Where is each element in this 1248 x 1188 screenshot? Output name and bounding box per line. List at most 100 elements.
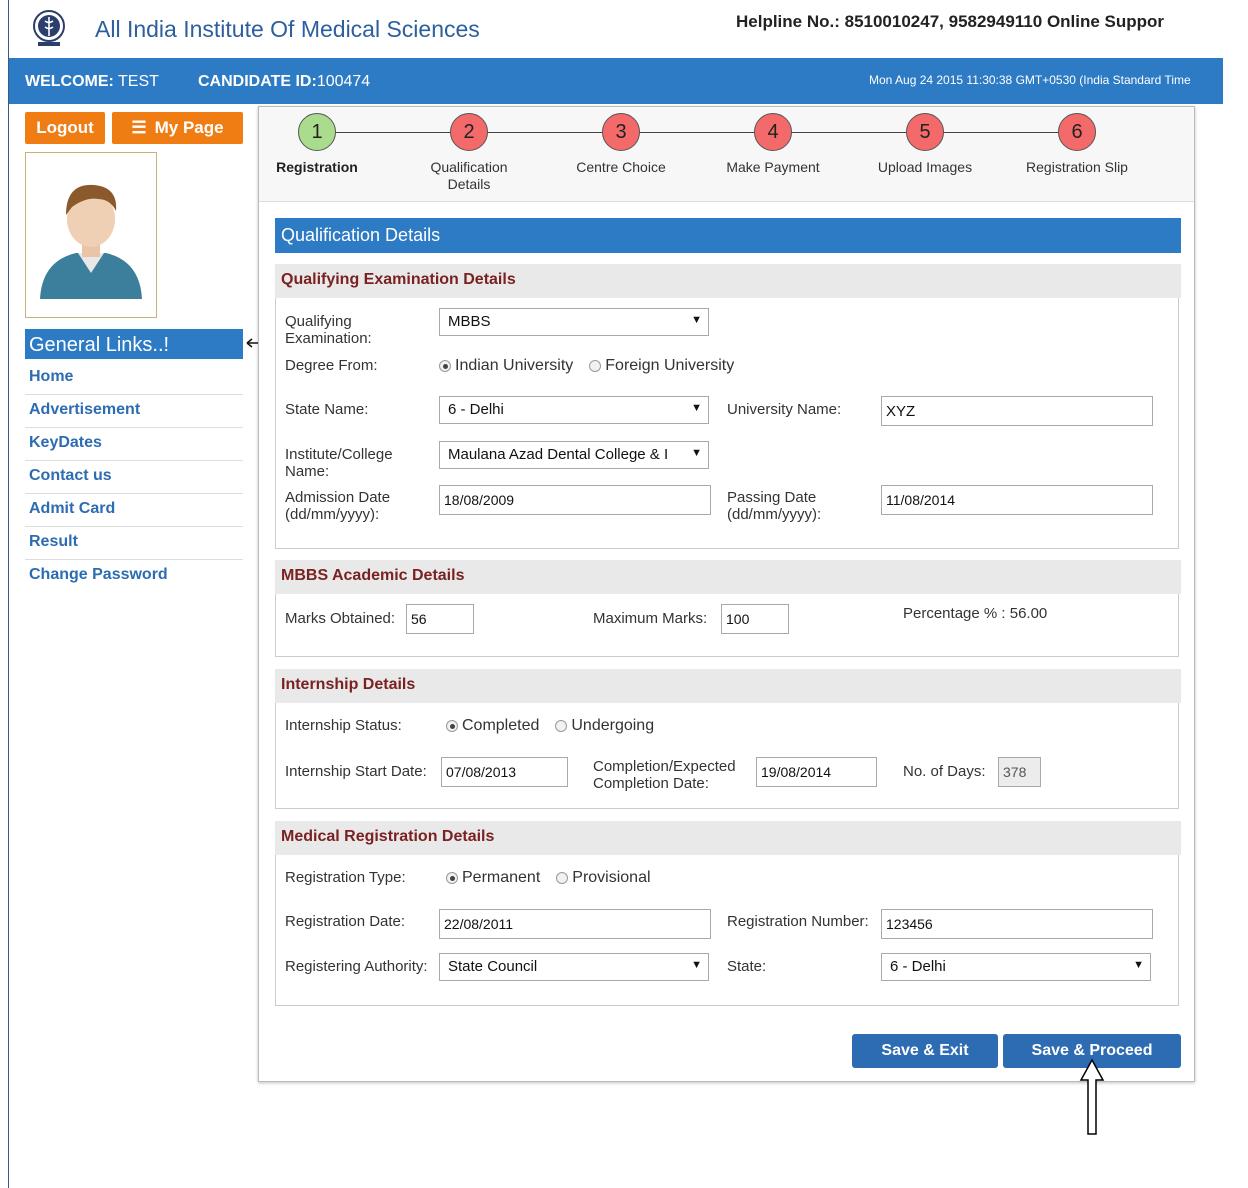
step-number: 4: [754, 113, 792, 151]
degree-radio-group: Indian University Foreign University: [439, 357, 734, 375]
step-number: 1: [298, 113, 336, 151]
marks-obtained-label: Marks Obtained:: [285, 610, 396, 627]
radio-provisional[interactable]: [556, 872, 569, 884]
radio-permanent[interactable]: [446, 872, 458, 884]
qualifying-exam-select[interactable]: MBBS ▼: [439, 308, 709, 336]
days-display: 378: [998, 757, 1041, 787]
dropdown-caret-icon: ▼: [691, 959, 702, 971]
avatar: [25, 152, 157, 318]
institute-select[interactable]: Maulana Azad Dental College & I ▼: [439, 441, 709, 469]
percentage-display: Percentage % : 56.00: [903, 605, 1048, 622]
qualifying-section: Qualifying Examination: MBBS ▼ Degree Fro…: [275, 298, 1179, 549]
internship-start-label: Internship Start Date:: [285, 763, 427, 780]
radio-foreign-university[interactable]: [589, 360, 602, 372]
sidebar-link-contact[interactable]: Contact us: [25, 461, 243, 494]
user-silhouette-icon: [40, 184, 142, 299]
step-label: Make Payment: [726, 159, 820, 175]
general-links-list: Home Advertisement KeyDates Contact us A…: [25, 362, 243, 593]
university-input[interactable]: XYZ: [881, 396, 1153, 426]
dropdown-caret-icon: ▼: [691, 402, 702, 414]
wizard-step-centre-choice[interactable]: 3 Centre Choice: [546, 113, 696, 176]
aiims-logo-icon: [33, 10, 65, 46]
sidebar-link-keydates[interactable]: KeyDates: [25, 428, 243, 461]
dropdown-caret-icon: ▼: [1133, 959, 1144, 971]
page-left-border: [8, 0, 9, 1188]
dropdown-caret-icon: ▼: [691, 314, 702, 326]
marks-obtained-input[interactable]: 56: [406, 604, 474, 634]
sidebar-link-change-password[interactable]: Change Password: [25, 560, 243, 593]
pointer-arrow-icon: [1079, 1058, 1105, 1135]
completion-date-label: Completion/Expected Completion Date:: [593, 758, 736, 792]
step-label: Registration: [276, 159, 358, 175]
registration-state-label: State:: [727, 958, 767, 975]
helpline-text: Helpline No.: 8510010247, 9582949110 Onl…: [736, 12, 1165, 31]
step-label: Upload Images: [877, 159, 973, 175]
state-select[interactable]: 6 - Delhi ▼: [439, 396, 709, 424]
wizard-step-qualification[interactable]: 2 Qualification Details: [394, 113, 544, 193]
medical-section: Registration Type: Permanent Provisional…: [275, 855, 1179, 1006]
qualifying-section-heading: Qualifying Examination Details: [275, 264, 1181, 298]
institute-label: Institute/College Name:: [285, 446, 393, 480]
sidebar-link-home[interactable]: Home: [25, 362, 243, 395]
medical-section-heading: Medical Registration Details: [275, 821, 1181, 855]
university-label: University Name:: [727, 401, 842, 418]
step-number: 2: [450, 113, 488, 151]
state-label: State Name:: [285, 401, 369, 418]
wizard-step-registration-slip[interactable]: 6 Registration Slip: [1002, 113, 1152, 176]
wizard-step-upload-images[interactable]: 5 Upload Images: [850, 113, 1000, 176]
step-number: 5: [906, 113, 944, 151]
wizard-step-make-payment[interactable]: 4 Make Payment: [698, 113, 848, 176]
logout-button[interactable]: Logout: [25, 112, 105, 144]
completion-date-input[interactable]: 19/08/2014: [756, 757, 877, 787]
admission-date-input[interactable]: 18/08/2009: [439, 485, 711, 515]
registration-number-label: Registration Number:: [727, 913, 869, 930]
registration-state-select[interactable]: 6 - Delhi ▼: [881, 953, 1151, 981]
sidebar-link-advertisement[interactable]: Advertisement: [25, 395, 243, 428]
main-panel: 1 Registration 2 Qualification Details 3…: [258, 106, 1195, 1082]
academic-section: Marks Obtained: 56 Maximum Marks: 100 Pe…: [275, 594, 1179, 657]
wizard-step-registration[interactable]: 1 Registration: [242, 113, 392, 176]
welcome-text: WELCOME: TEST: [25, 73, 159, 90]
step-number: 3: [602, 113, 640, 151]
internship-status-label: Internship Status:: [285, 717, 402, 734]
step-label: Centre Choice: [576, 159, 666, 175]
general-links-header: General Links..!: [25, 329, 243, 359]
welcome-bar: WELCOME: TEST CANDIDATE ID:100474 Mon Au…: [9, 58, 1223, 104]
sidebar-link-admit-card[interactable]: Admit Card: [25, 494, 243, 527]
list-icon: ☰: [131, 118, 147, 137]
progress-wizard: 1 Registration 2 Qualification Details 3…: [259, 107, 1194, 202]
internship-section-heading: Internship Details: [275, 669, 1181, 703]
maximum-marks-input[interactable]: 100: [721, 604, 789, 634]
passing-date-input[interactable]: 11/08/2014: [881, 485, 1153, 515]
step-number: 6: [1058, 113, 1096, 151]
radio-indian-university[interactable]: [439, 360, 451, 372]
sidebar-link-result[interactable]: Result: [25, 527, 243, 560]
registering-authority-select[interactable]: State Council ▼: [439, 953, 709, 981]
days-label: No. of Days:: [903, 763, 986, 780]
internship-start-input[interactable]: 07/08/2013: [441, 757, 568, 787]
exam-label: Qualifying Examination:: [285, 313, 372, 347]
registering-authority-label: Registering Authority:: [285, 958, 428, 975]
radio-completed[interactable]: [446, 720, 458, 732]
internship-section: Internship Status: Completed Undergoing …: [275, 703, 1179, 809]
datetime-display: Mon Aug 24 2015 11:30:38 GMT+0530 (India…: [869, 73, 1191, 87]
candidate-id: CANDIDATE ID:100474: [198, 73, 371, 90]
step-label: Qualification Details: [430, 159, 508, 192]
step-label: Registration Slip: [1026, 159, 1128, 175]
registration-date-label: Registration Date:: [285, 913, 406, 930]
site-title: All India Institute Of Medical Sciences: [95, 16, 480, 42]
registration-type-radio-group: Permanent Provisional: [446, 869, 651, 887]
degree-label: Degree From:: [285, 357, 378, 374]
registration-type-label: Registration Type:: [285, 869, 406, 886]
passing-date-label: Passing Date (dd/mm/yyyy):: [727, 489, 822, 523]
dropdown-caret-icon: ▼: [688, 447, 702, 459]
maximum-marks-label: Maximum Marks:: [593, 610, 708, 627]
registration-date-input[interactable]: 22/08/2011: [439, 909, 711, 939]
internship-status-radio-group: Completed Undergoing: [446, 717, 654, 735]
save-exit-button[interactable]: Save & Exit: [852, 1034, 998, 1068]
registration-number-input[interactable]: 123456: [881, 909, 1153, 939]
admission-date-label: Admission Date (dd/mm/yyyy):: [285, 489, 391, 523]
radio-undergoing[interactable]: [555, 720, 568, 732]
my-page-button[interactable]: ☰ My Page: [112, 112, 243, 144]
academic-section-heading: MBBS Academic Details: [275, 560, 1181, 594]
